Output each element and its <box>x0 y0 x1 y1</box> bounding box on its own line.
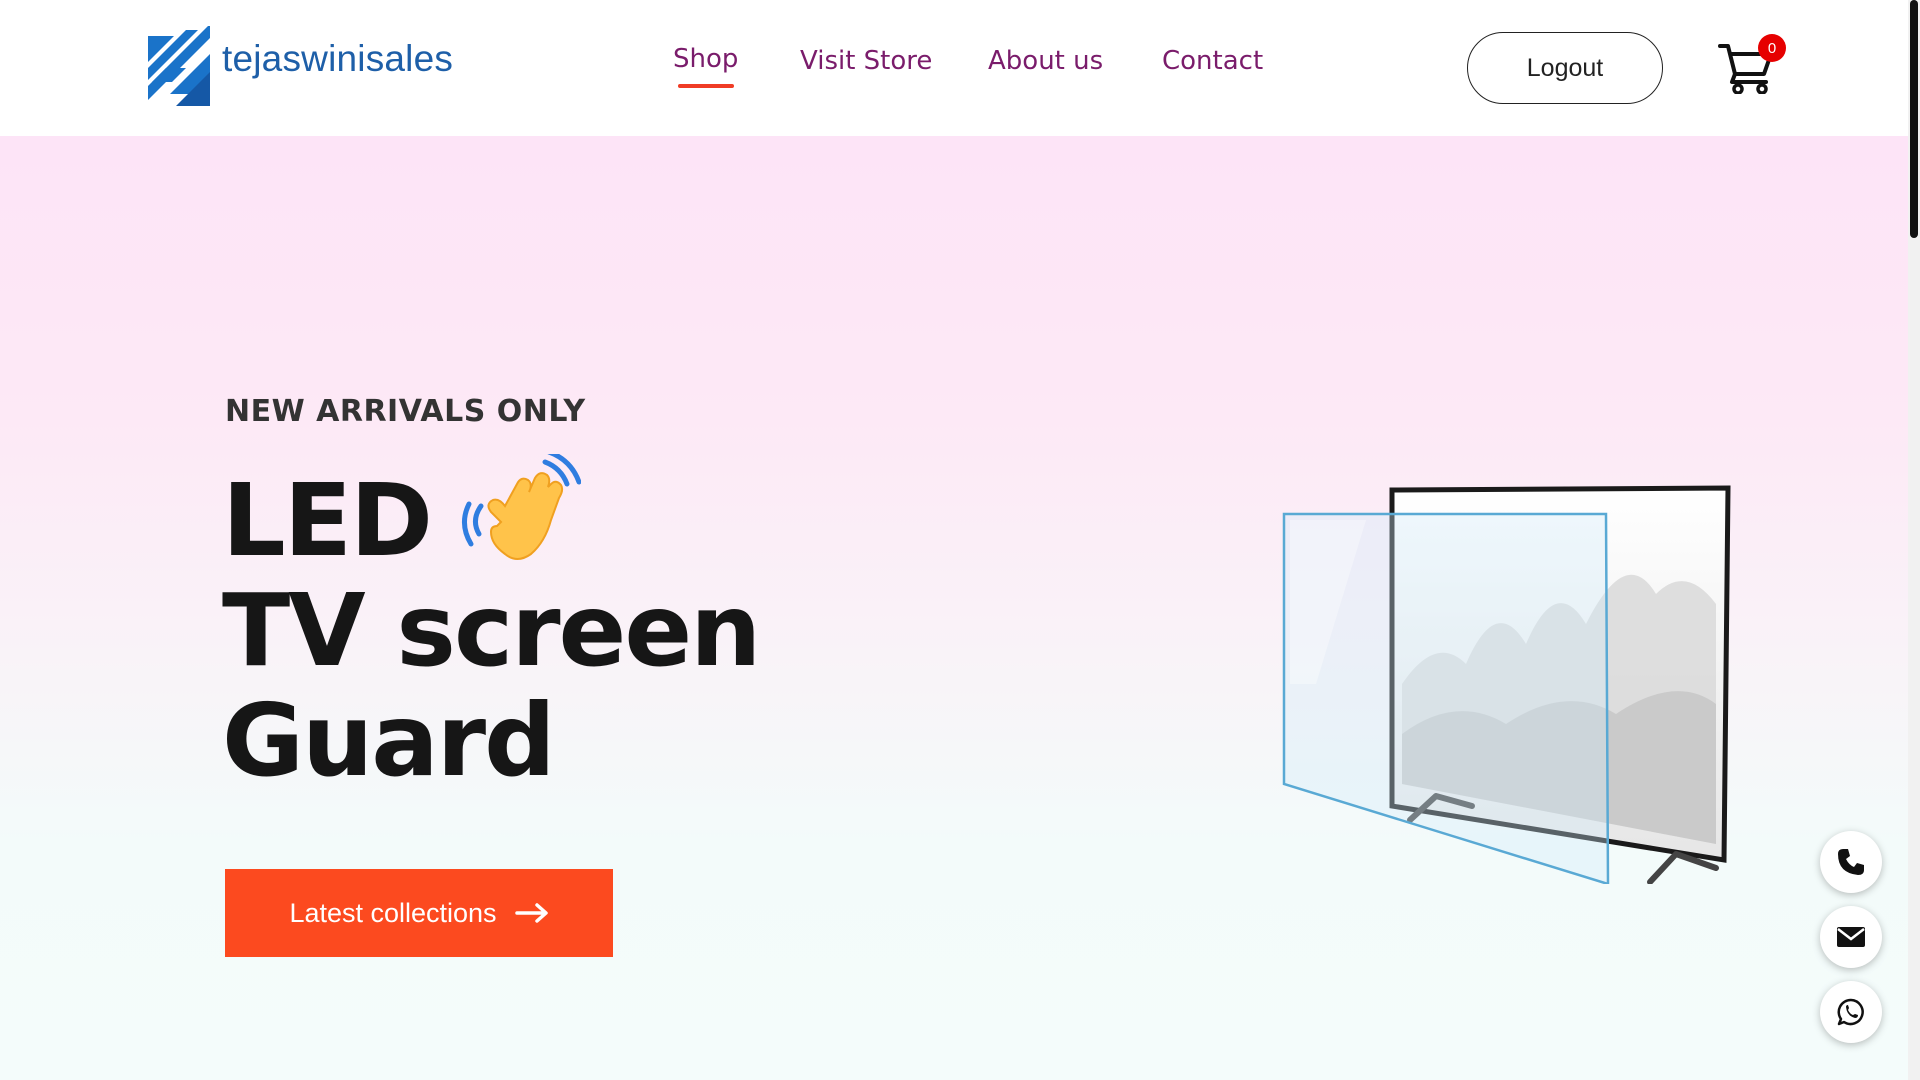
hero-section: NEW ARRIVALS ONLY LED TV screen Guard La… <box>0 136 1908 1080</box>
headline-line-2: TV screen <box>222 572 761 689</box>
nav-shop-label: Shop <box>673 44 739 74</box>
active-underline <box>677 84 734 88</box>
whatsapp-icon <box>1837 998 1864 1026</box>
arrow-right-icon <box>514 903 548 923</box>
nav-about-us-label: About us <box>988 46 1104 76</box>
nav-contact[interactable]: Contact <box>1162 46 1263 76</box>
whatsapp-button[interactable] <box>1820 981 1882 1043</box>
hero-eyebrow: NEW ARRIVALS ONLY <box>225 394 586 429</box>
phone-icon <box>1838 849 1864 875</box>
scrollbar-thumb[interactable] <box>1910 0 1918 238</box>
hero-headline: LED TV screen Guard <box>222 453 761 799</box>
latest-collections-button[interactable]: Latest collections <box>225 869 613 957</box>
nav-about-us[interactable]: About us <box>988 46 1103 76</box>
nav-shop[interactable]: Shop <box>673 44 739 88</box>
site-header: tejaswinisales Shop Visit Store About us… <box>0 0 1908 136</box>
cart-count-badge: 0 <box>1758 34 1786 62</box>
tv-screen-guard-image <box>1282 485 1731 884</box>
envelope-icon <box>1837 927 1865 947</box>
email-button[interactable] <box>1820 906 1882 968</box>
cta-label: Latest collections <box>289 897 497 928</box>
page-scrollbar[interactable] <box>1908 0 1920 1080</box>
nav-visit-store-label: Visit Store <box>800 46 933 76</box>
waving-hand-icon <box>462 453 582 560</box>
logout-button[interactable]: Logout <box>1467 32 1663 104</box>
cart-button[interactable]: 0 <box>1718 34 1788 94</box>
phone-button[interactable] <box>1820 831 1882 893</box>
headline-line-3: Guard <box>222 682 556 799</box>
headline-led: LED <box>222 462 433 579</box>
nav-contact-label: Contact <box>1162 46 1264 76</box>
nav-visit-store[interactable]: Visit Store <box>800 46 932 76</box>
headline-line-1: LED <box>222 453 759 576</box>
